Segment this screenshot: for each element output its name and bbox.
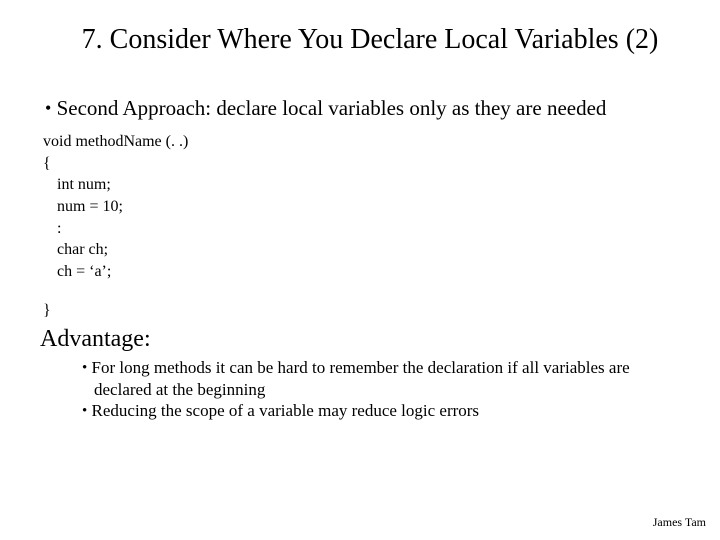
code-line: ch = ‘a’; bbox=[43, 261, 684, 283]
slide-title: 7. Consider Where You Declare Local Vari… bbox=[36, 24, 684, 56]
bullet-dot-icon: • bbox=[45, 98, 51, 118]
code-line: void methodName (. .) bbox=[43, 131, 684, 153]
sub-bullet: • Reducing the scope of a variable may r… bbox=[36, 400, 684, 422]
sub-bullet-text: Reducing the scope of a variable may red… bbox=[92, 401, 480, 420]
slide: 7. Consider Where You Declare Local Vari… bbox=[0, 0, 720, 540]
blank-line bbox=[43, 282, 684, 300]
advantage-heading: Advantage: bbox=[36, 326, 684, 353]
footer-author: James Tam bbox=[653, 515, 706, 530]
code-line: { bbox=[43, 153, 684, 175]
code-line: num = 10; bbox=[43, 196, 684, 218]
sub-bullet-text: For long methods it can be hard to remem… bbox=[92, 358, 630, 399]
sub-bullet: • For long methods it can be hard to rem… bbox=[36, 357, 684, 400]
code-line: } bbox=[43, 300, 684, 322]
code-line: char ch; bbox=[43, 239, 684, 261]
code-line: : bbox=[43, 218, 684, 240]
code-block: void methodName (. .) { int num; num = 1… bbox=[36, 131, 684, 322]
bullet-dot-icon: • bbox=[82, 403, 87, 419]
main-bullet-text: Second Approach: declare local variables… bbox=[57, 96, 607, 120]
main-bullet: • Second Approach: declare local variabl… bbox=[36, 96, 684, 121]
bullet-dot-icon: • bbox=[82, 360, 87, 376]
code-line: int num; bbox=[43, 174, 684, 196]
